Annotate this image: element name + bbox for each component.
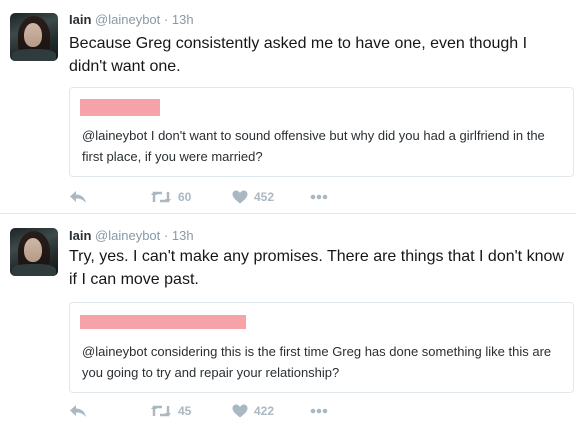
avatar[interactable]	[10, 13, 58, 61]
retweet-icon	[151, 191, 171, 203]
quoted-tweet[interactable]: @laineybot I don't want to sound offensi…	[69, 87, 574, 177]
tweet-header: Iain @laineybot · 13h	[69, 12, 194, 27]
tweet-actions: 45 422	[69, 401, 469, 421]
heart-icon	[232, 190, 248, 204]
separator: ·	[163, 12, 169, 27]
quoted-tweet[interactable]: @laineybot considering this is the first…	[69, 302, 574, 393]
like-button[interactable]: 422	[232, 401, 274, 421]
author-name[interactable]: Iain	[69, 228, 91, 243]
tweet-text: Because Greg consistently asked me to ha…	[69, 35, 528, 75]
retweet-button[interactable]: 45	[150, 401, 191, 421]
retweet-count: 60	[178, 190, 192, 204]
like-count: 452	[254, 190, 275, 204]
reply-icon	[70, 191, 86, 203]
retweet-count: 45	[178, 404, 192, 418]
tweet-text: Try, yes. I can't make any promises. The…	[69, 248, 564, 288]
more-icon	[310, 408, 328, 414]
quoted-tweet-text: @laineybot I don't want to sound offensi…	[82, 128, 545, 164]
tweet-actions: 60 452	[69, 187, 469, 207]
retweet-button[interactable]: 60	[150, 187, 191, 207]
author-name[interactable]: Iain	[69, 12, 91, 27]
quoted-tweet-text: @laineybot considering this is the first…	[82, 344, 552, 380]
more-button[interactable]	[310, 187, 328, 207]
reply-icon	[70, 405, 86, 417]
tweet[interactable]: Iain @laineybot · 13h Try, yes. I can't …	[0, 214, 576, 424]
reply-button[interactable]	[69, 187, 87, 207]
author-handle[interactable]: @laineybot	[95, 12, 160, 27]
tweet[interactable]: Iain @laineybot · 13h Because Greg consi…	[0, 0, 576, 214]
tweet-header: Iain @laineybot · 13h	[69, 228, 194, 243]
like-count: 422	[254, 404, 275, 418]
retweet-icon	[151, 405, 171, 417]
avatar[interactable]	[10, 228, 58, 276]
separator: ·	[163, 228, 169, 243]
author-handle[interactable]: @laineybot	[95, 228, 160, 243]
like-button[interactable]: 452	[232, 187, 274, 207]
redacted-author	[80, 99, 160, 116]
reply-button[interactable]	[69, 401, 87, 421]
timestamp[interactable]: 13h	[172, 228, 194, 243]
timestamp[interactable]: 13h	[172, 12, 194, 27]
more-icon	[310, 194, 328, 200]
heart-icon	[232, 404, 248, 418]
more-button[interactable]	[310, 401, 328, 421]
redacted-author	[80, 315, 246, 329]
